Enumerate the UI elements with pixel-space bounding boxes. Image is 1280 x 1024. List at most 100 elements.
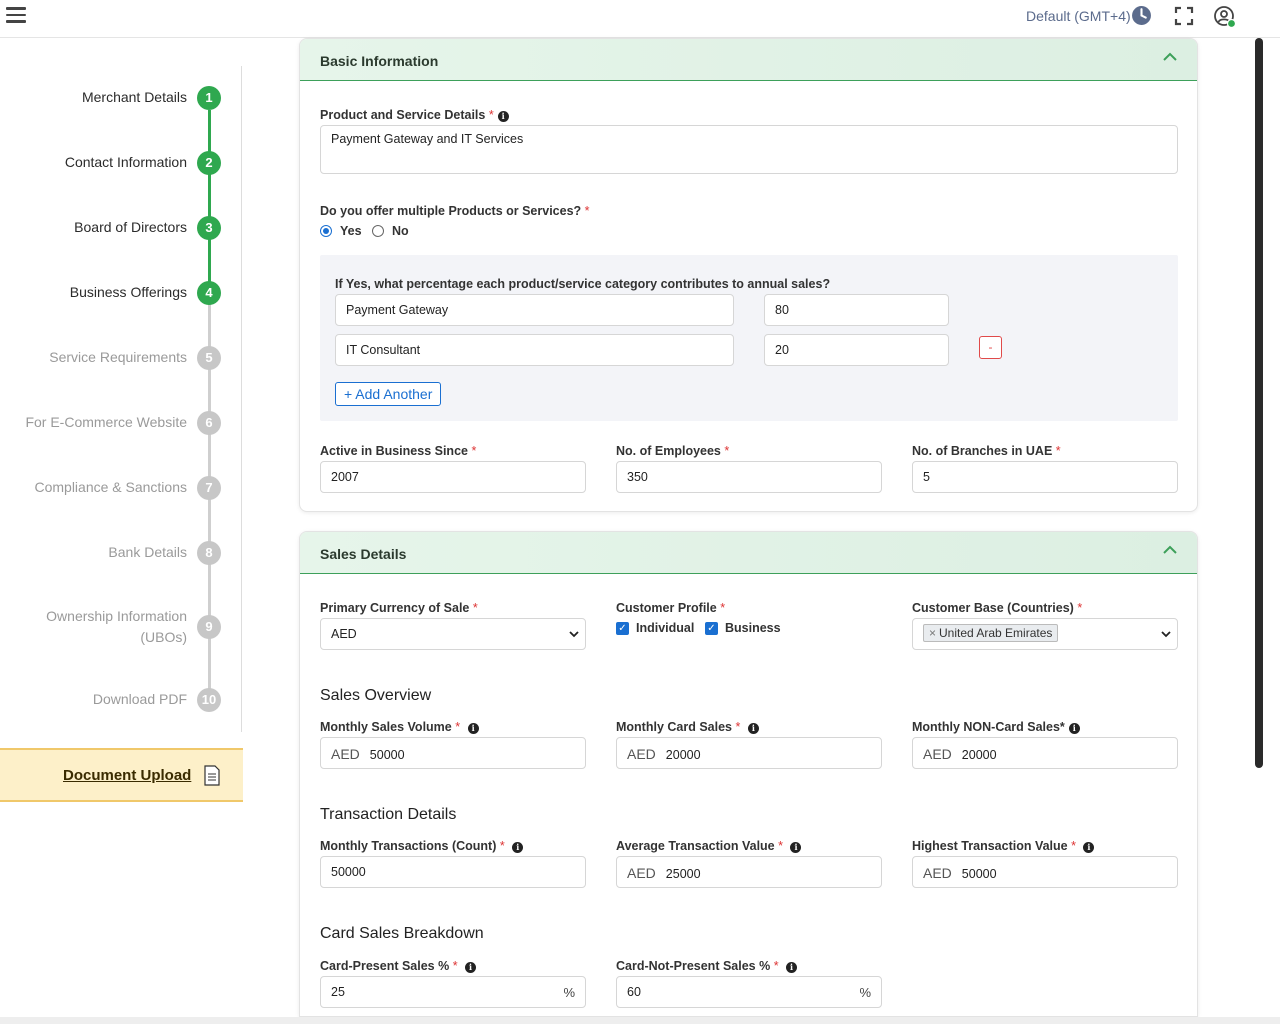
timezone-label[interactable]: Default (GMT+4) — [1026, 8, 1131, 24]
user-icon[interactable] — [1213, 5, 1237, 29]
step-business-offerings[interactable]: Business Offerings 4 — [0, 273, 243, 313]
step-label: Service Requirements — [49, 349, 187, 365]
product-name-input[interactable]: IT Consultant — [335, 334, 734, 366]
info-icon: i — [786, 962, 798, 973]
step-compliance-sanctions[interactable]: Compliance & Sanctions 7 — [0, 468, 243, 508]
step-number: 10 — [197, 688, 221, 712]
card-present-input[interactable]: 25% — [320, 976, 586, 1008]
step-ownership-information[interactable]: Ownership Information (UBOs) 9 — [0, 603, 243, 653]
country-tag[interactable]: × United Arab Emirates — [923, 624, 1059, 642]
remove-tag-icon[interactable]: × — [929, 626, 936, 640]
highest-tx-input[interactable]: AED 50000 — [912, 856, 1178, 888]
card-present-label: Card-Present Sales % * i — [320, 959, 477, 973]
card-not-present-label: Card-Not-Present Sales % * i — [616, 959, 798, 973]
info-icon: i — [467, 723, 479, 734]
step-label: Download PDF — [92, 691, 187, 707]
active-since-input[interactable]: 2007 — [320, 461, 586, 493]
monthly-noncard-input[interactable]: AED 20000 — [912, 737, 1178, 769]
step-download-pdf[interactable]: Download PDF 10 — [0, 680, 243, 720]
remove-row-button[interactable]: - — [979, 336, 1002, 359]
checkbox-business[interactable]: ✓ — [705, 622, 718, 635]
sales-details-card: Sales Details Primary Currency of Sale *… — [299, 531, 1198, 1017]
step-number: 7 — [197, 476, 221, 500]
product-breakdown-panel: If Yes, what percentage each product/ser… — [320, 255, 1178, 421]
breakdown-label: If Yes, what percentage each product/ser… — [335, 277, 831, 291]
highest-tx-label: Highest Transaction Value * i — [912, 839, 1095, 853]
radio-yes-label: Yes — [340, 224, 362, 238]
step-ecommerce-website[interactable]: For E-Commerce Website 6 — [0, 403, 243, 443]
add-another-button[interactable]: + Add Another — [335, 382, 442, 406]
info-icon: i — [1068, 723, 1080, 734]
employees-label: No. of Employees * — [616, 444, 730, 458]
step-label: Compliance & Sanctions — [34, 479, 187, 495]
step-number: 4 — [197, 281, 221, 305]
monthly-noncard-label: Monthly NON-Card Sales* i — [912, 720, 1080, 734]
product-details-textarea[interactable]: Payment Gateway and IT Services — [320, 125, 1178, 174]
monthly-card-input[interactable]: AED 20000 — [616, 737, 882, 769]
transaction-details-title: Transaction Details — [320, 806, 457, 823]
step-label: Ownership Information — [46, 608, 187, 624]
chevron-up-icon[interactable] — [1163, 52, 1177, 62]
document-icon — [204, 765, 220, 786]
basic-information-header[interactable]: Basic Information — [300, 39, 1197, 81]
customer-base-label: Customer Base (Countries) * — [912, 601, 1083, 615]
branches-input[interactable]: 5 — [912, 461, 1178, 493]
monthly-volume-label: Monthly Sales Volume * i — [320, 720, 479, 734]
monthly-volume-input[interactable]: AED 50000 — [320, 737, 586, 769]
chevron-down-icon — [1161, 631, 1171, 638]
active-since-label: Active in Business Since * — [320, 444, 477, 458]
document-upload-link[interactable]: Document Upload — [63, 767, 191, 784]
step-number: 9 — [197, 615, 221, 639]
radio-yes[interactable] — [320, 225, 332, 237]
card-sales-breakdown-title: Card Sales Breakdown — [320, 925, 484, 942]
card-not-present-input[interactable]: 60% — [616, 976, 882, 1008]
step-number: 6 — [197, 411, 221, 435]
info-icon: i — [790, 842, 802, 853]
avg-tx-input[interactable]: AED 25000 — [616, 856, 882, 888]
info-icon: i — [512, 842, 524, 853]
currency-label: Primary Currency of Sale * — [320, 601, 478, 615]
customer-profile-label: Customer Profile * — [616, 601, 726, 615]
sales-details-header[interactable]: Sales Details — [300, 532, 1197, 574]
info-icon: i — [465, 962, 477, 973]
product-name-input[interactable]: Payment Gateway — [335, 294, 734, 326]
currency-select[interactable]: AED — [320, 618, 586, 650]
checkbox-business-label: Business — [725, 621, 781, 635]
checkbox-individual-label: Individual — [636, 621, 695, 635]
chevron-up-icon[interactable] — [1163, 545, 1177, 555]
step-number: 1 — [197, 86, 221, 110]
step-number: 5 — [197, 346, 221, 370]
customer-base-select[interactable]: × United Arab Emirates — [912, 618, 1178, 650]
employees-input[interactable]: 350 — [616, 461, 882, 493]
step-contact-information[interactable]: Contact Information 2 — [0, 143, 243, 183]
clock-icon[interactable] — [1131, 5, 1152, 26]
checkbox-individual[interactable]: ✓ — [616, 622, 629, 635]
info-icon: i — [1083, 842, 1095, 853]
product-percentage-input[interactable]: 80 — [764, 294, 949, 326]
radio-no[interactable] — [372, 225, 384, 237]
sales-overview-title: Sales Overview — [320, 687, 432, 704]
horizontal-scrollbar[interactable] — [0, 1017, 1280, 1024]
fullscreen-icon[interactable] — [1174, 6, 1194, 26]
step-merchant-details[interactable]: Merchant Details 1 — [0, 78, 243, 118]
step-label: Contact Information — [64, 154, 187, 170]
step-board-of-directors[interactable]: Board of Directors 3 — [0, 208, 243, 248]
step-label-line2: (UBOs) — [140, 629, 187, 645]
step-service-requirements[interactable]: Service Requirements 5 — [0, 338, 243, 378]
step-label: Bank Details — [108, 544, 187, 560]
hamburger-icon[interactable] — [6, 7, 26, 25]
step-bank-details[interactable]: Bank Details 8 — [0, 533, 243, 573]
step-label: Board of Directors — [74, 219, 187, 235]
chevron-down-icon — [569, 631, 579, 638]
card-title: Sales Details — [320, 546, 407, 562]
vertical-scrollbar[interactable] — [1255, 38, 1263, 768]
info-icon: i — [747, 723, 759, 734]
top-bar: Default (GMT+4) — [0, 0, 1280, 38]
currency-selected-value: AED — [331, 627, 357, 641]
tx-count-input[interactable]: 50000 — [320, 856, 586, 888]
document-upload-item[interactable]: Document Upload — [0, 748, 243, 802]
product-details-label: Product and Service Details * i — [320, 108, 509, 122]
product-percentage-input[interactable]: 20 — [764, 334, 949, 366]
progress-line-completed — [208, 110, 211, 293]
step-label: Merchant Details — [81, 89, 187, 105]
